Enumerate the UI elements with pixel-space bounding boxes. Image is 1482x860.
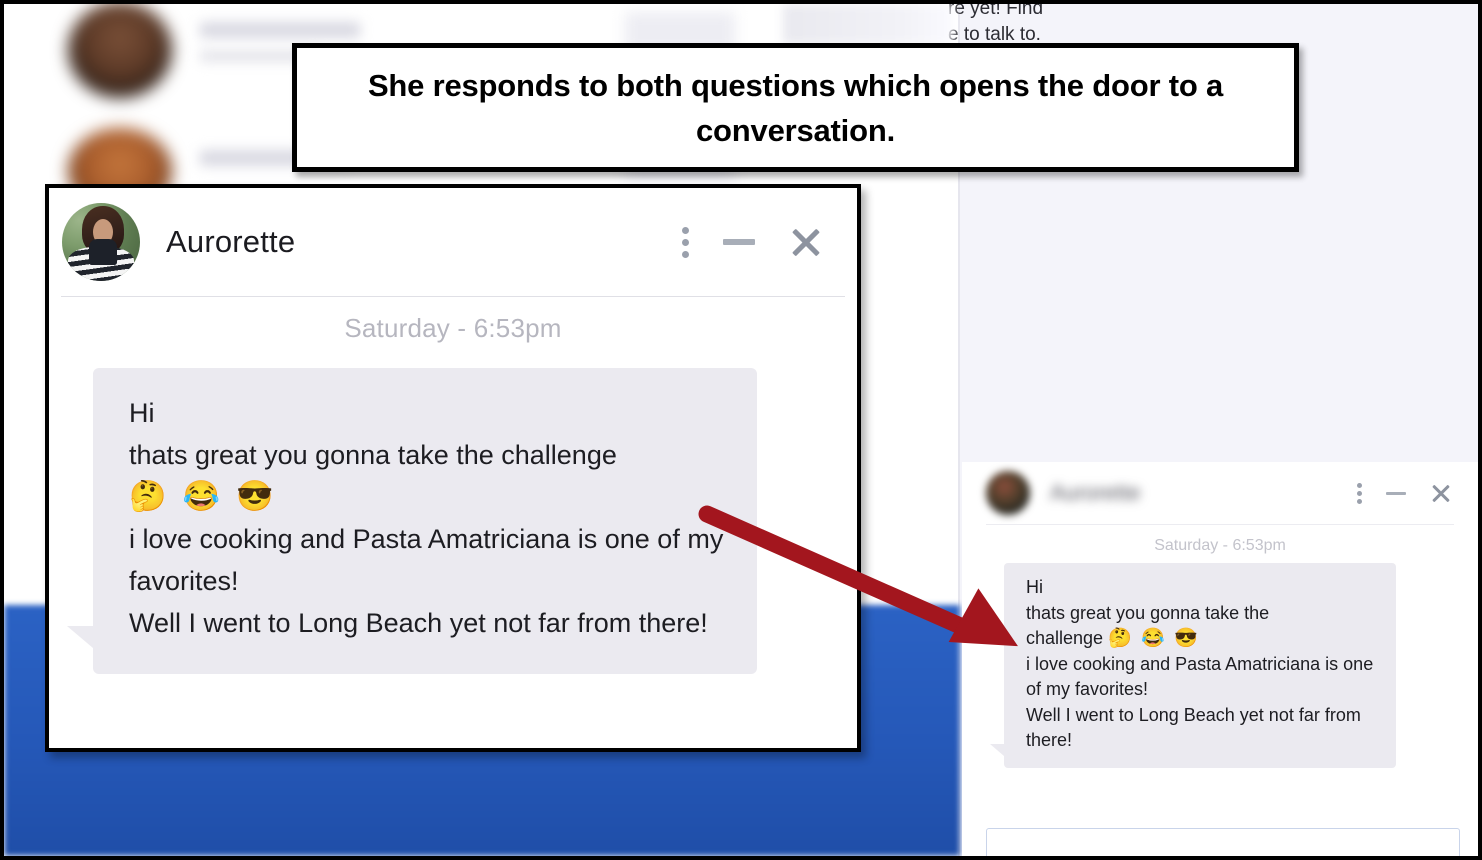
message-emojis: 🤔 😂 😎 bbox=[129, 480, 278, 513]
background-cut-text-line1: re yet! Find bbox=[948, 0, 1044, 19]
chat-body: Hi thats great you gonna take the challe… bbox=[49, 350, 857, 674]
avatar-torso bbox=[88, 238, 117, 266]
original-contact-name: Aurorette bbox=[1050, 480, 1141, 505]
original-message-line-4: Well I went to Long Beach yet not far fr… bbox=[1026, 704, 1361, 751]
original-message-line-1: Hi bbox=[1026, 577, 1043, 597]
message-line-3: i love cooking and Pasta Amatriciana is … bbox=[129, 524, 731, 596]
original-message-line-2b: challenge 🤔 😂 😎 bbox=[1026, 626, 1380, 652]
minimize-icon[interactable] bbox=[1386, 491, 1406, 495]
original-message-bubble: Hi thats great you gonna take the challe… bbox=[990, 563, 1396, 768]
original-message-line-3: i love cooking and Pasta Amatriciana is … bbox=[1026, 653, 1374, 700]
background-blur-mask bbox=[783, 4, 953, 44]
avatar bbox=[62, 203, 140, 281]
message-timestamp: Saturday - 6:53pm bbox=[344, 313, 562, 343]
original-avatar bbox=[986, 471, 1030, 515]
original-chat-panel[interactable]: Aurorette Saturday - 6:53pm Hi thats gre… bbox=[962, 462, 1478, 856]
zoomed-chat-window[interactable]: Aurorette Saturday - 6:53pm Hi thats gre… bbox=[45, 184, 861, 752]
screenshot-root: re yet! Find e to talk to. Aurorette Sat… bbox=[0, 0, 1482, 860]
message-bubble: Hi thats great you gonna take the challe… bbox=[67, 368, 757, 674]
message-line-1: Hi bbox=[129, 398, 155, 428]
background-contact-name-1 bbox=[200, 22, 360, 38]
original-chat-header: Aurorette bbox=[986, 462, 1454, 525]
original-message-emojis: 🤔 😂 😎 bbox=[1108, 628, 1200, 649]
close-icon[interactable] bbox=[789, 225, 823, 259]
contact-name: Aurorette bbox=[166, 224, 296, 259]
message-line-2: thats great you gonna take the challenge bbox=[129, 440, 617, 470]
message-line-4: Well I went to Long Beach yet not far fr… bbox=[129, 608, 708, 638]
bubble-tail bbox=[67, 626, 93, 648]
original-bubble-tail bbox=[990, 743, 1004, 756]
options-menu-icon[interactable] bbox=[1357, 482, 1362, 504]
caption-text: She responds to both questions which ope… bbox=[367, 67, 1224, 148]
close-icon[interactable] bbox=[1430, 482, 1452, 504]
original-message-line-2: thats great you gonna take the bbox=[1026, 602, 1270, 623]
minimize-icon[interactable] bbox=[723, 239, 755, 245]
caption-callout: She responds to both questions which ope… bbox=[292, 43, 1299, 172]
original-window-actions bbox=[1357, 482, 1452, 504]
original-message-challenge-word: challenge bbox=[1026, 628, 1109, 648]
background-cut-text: re yet! Find e to talk to. bbox=[948, 0, 1148, 48]
window-actions bbox=[682, 225, 827, 259]
original-message-input[interactable] bbox=[986, 828, 1460, 856]
chat-header: Aurorette bbox=[61, 188, 845, 297]
options-menu-icon[interactable] bbox=[682, 226, 689, 258]
original-timestamp: Saturday - 6:53pm bbox=[1154, 537, 1286, 554]
background-avatar-1 bbox=[68, 2, 172, 98]
